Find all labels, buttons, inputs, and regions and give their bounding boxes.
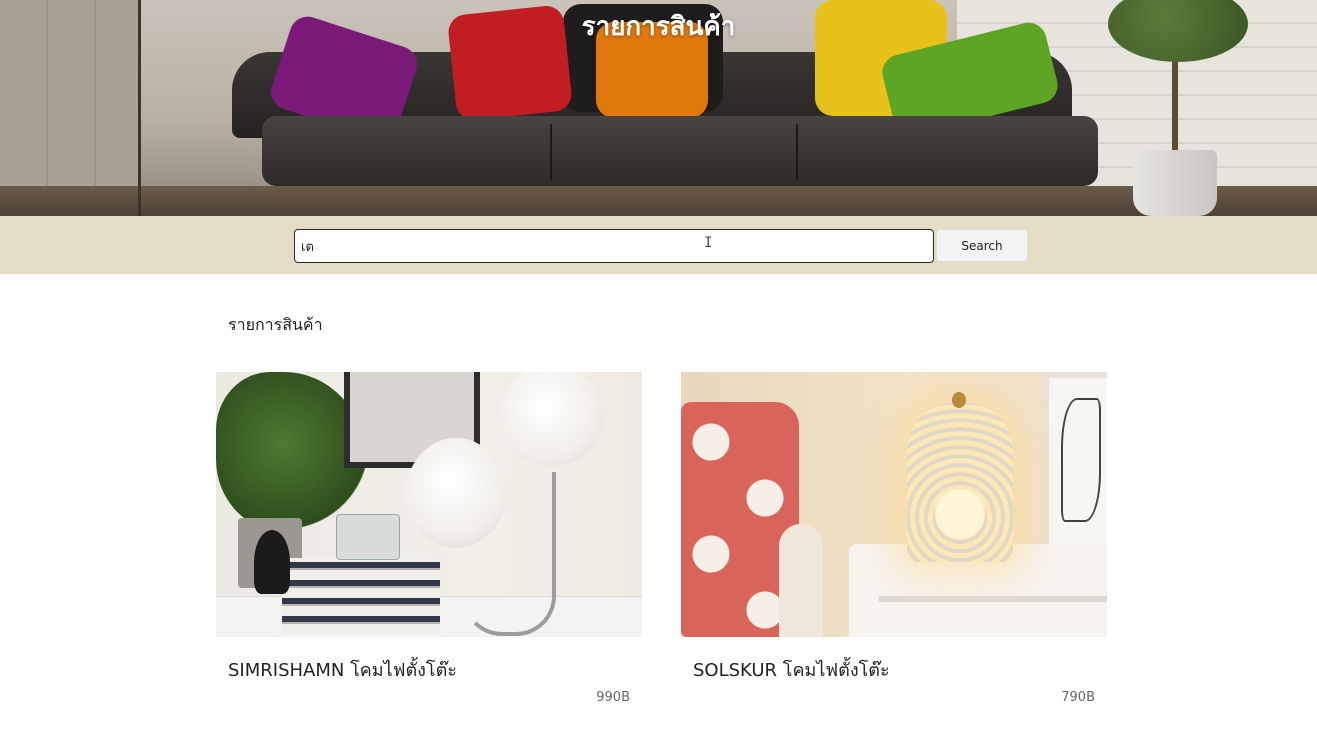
sculpture xyxy=(254,530,290,594)
hero-banner: รายการสินค้า xyxy=(0,0,1317,216)
plant-stem xyxy=(1172,50,1178,154)
product-name[interactable]: SIMRISHAMN โคมไฟตั้งโต๊ะ xyxy=(228,655,457,684)
book-stack xyxy=(282,558,440,634)
lantern-lamp xyxy=(907,402,1013,562)
product-card[interactable]: SIMRISHAMN โคมไฟตั้งโต๊ะ 990B xyxy=(216,372,642,705)
sofa-seat xyxy=(262,116,1098,186)
search-input[interactable] xyxy=(294,229,934,263)
wall-picture xyxy=(1043,372,1107,556)
page-title: รายการสินค้า xyxy=(581,11,736,41)
product-price: 790B xyxy=(1061,690,1095,705)
text-cursor-icon: I xyxy=(704,235,713,251)
hero-floor xyxy=(0,186,1317,216)
product-price: 990B xyxy=(596,690,630,705)
product-name[interactable]: SOLSKUR โคมไฟตั้งโต๊ะ xyxy=(693,655,890,684)
lamp-globe xyxy=(498,372,604,466)
lamp-knob xyxy=(952,392,966,408)
glass-bowl xyxy=(336,514,400,560)
product-image[interactable] xyxy=(681,372,1107,637)
search-button[interactable]: Search xyxy=(936,229,1028,262)
plant-pot xyxy=(1133,150,1217,216)
chair-back xyxy=(779,524,823,637)
product-card[interactable]: SOLSKUR โคมไฟตั้งโต๊ะ 790B xyxy=(681,372,1107,705)
product-image[interactable] xyxy=(216,372,642,637)
lamp-globe xyxy=(406,438,506,548)
section-heading: รายการสินค้า xyxy=(228,315,323,334)
search-bar: I Search xyxy=(0,216,1317,274)
